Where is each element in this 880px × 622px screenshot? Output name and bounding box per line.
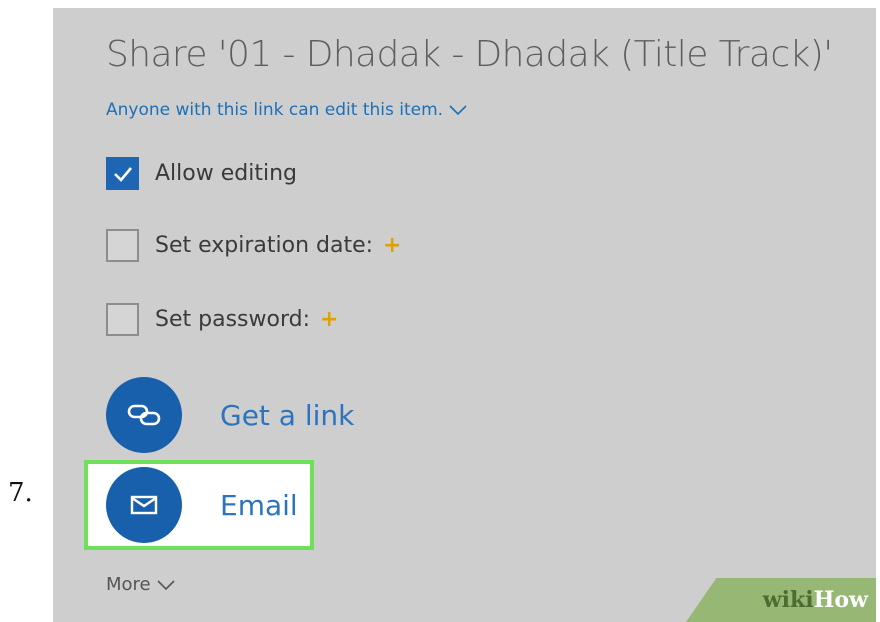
- wikihow-watermark: wiki How: [686, 578, 876, 622]
- more-dropdown[interactable]: More: [106, 574, 175, 595]
- envelope-icon: [130, 495, 158, 515]
- email-button[interactable]: Email: [106, 467, 298, 543]
- get-link-label: Get a link: [220, 398, 355, 432]
- chevron-down-icon: [157, 579, 175, 590]
- chevron-down-icon: [449, 105, 467, 115]
- expiration-date-checkbox[interactable]: [106, 229, 139, 262]
- password-label: Set password:: [155, 307, 310, 332]
- expiration-date-label: Set expiration date:: [155, 233, 374, 258]
- premium-plus-icon: +: [383, 232, 402, 258]
- link-icon: [127, 404, 161, 426]
- allow-editing-checkbox[interactable]: [106, 157, 139, 190]
- dialog-title: Share '01 - Dhadak - Dhadak (Title Track…: [106, 34, 833, 75]
- watermark-wiki: wiki: [762, 587, 814, 613]
- share-dialog: Share '01 - Dhadak - Dhadak (Title Track…: [53, 8, 876, 622]
- permission-text: Anyone with this link can edit this item…: [106, 100, 444, 120]
- envelope-icon-circle: [106, 467, 182, 543]
- allow-editing-option[interactable]: Allow editing: [106, 157, 297, 190]
- password-option[interactable]: Set password: +: [106, 303, 338, 336]
- link-icon-circle: [106, 377, 182, 453]
- password-checkbox[interactable]: [106, 303, 139, 336]
- email-label: Email: [220, 488, 298, 522]
- expiration-date-option[interactable]: Set expiration date: +: [106, 229, 401, 262]
- get-link-button[interactable]: Get a link: [106, 377, 354, 453]
- watermark-how: How: [813, 587, 868, 613]
- allow-editing-label: Allow editing: [155, 161, 297, 186]
- more-label: More: [106, 574, 151, 595]
- permission-dropdown[interactable]: Anyone with this link can edit this item…: [106, 100, 467, 120]
- premium-plus-icon: +: [319, 306, 339, 332]
- checkmark-icon: [113, 166, 132, 182]
- step-number: 7.: [8, 478, 33, 508]
